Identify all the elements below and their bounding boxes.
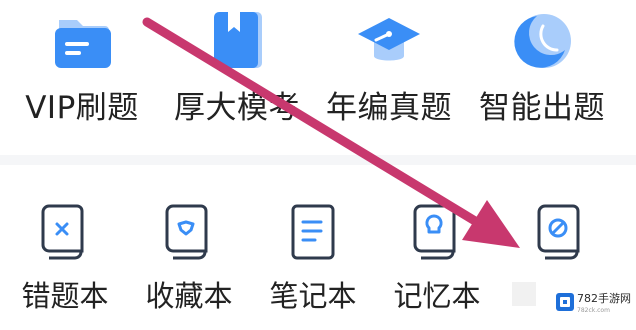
wrong-book-icon bbox=[39, 204, 91, 260]
graduation-cap-icon bbox=[354, 6, 424, 76]
book-notes[interactable]: 笔记本 bbox=[248, 200, 378, 330]
feature-label: VIP刷题 bbox=[25, 90, 139, 126]
book-favorites[interactable]: 收藏本 bbox=[124, 200, 254, 330]
site-watermark: 782手游网 782ck.com bbox=[547, 274, 636, 330]
book-wrong-answers[interactable]: 错题本 bbox=[0, 200, 130, 330]
moon-icon bbox=[507, 6, 577, 76]
watermark-text: 782手游网 bbox=[577, 292, 631, 305]
feature-smart-questions[interactable]: 智能出题 bbox=[467, 0, 617, 150]
loading-placeholder bbox=[512, 282, 536, 306]
book-label: 笔记本 bbox=[269, 279, 357, 313]
book-label: 错题本 bbox=[21, 279, 109, 313]
feature-label: 智能出题 bbox=[479, 90, 605, 126]
feature-past-papers[interactable]: 年编真题 bbox=[314, 0, 464, 150]
book-icon bbox=[202, 6, 272, 76]
memory-book-icon bbox=[411, 204, 463, 260]
feature-mock-exam[interactable]: 厚大模考 bbox=[162, 0, 312, 150]
cancel-book-icon bbox=[535, 204, 587, 260]
book-memory[interactable]: 记忆本 bbox=[372, 200, 502, 330]
feature-label: 年编真题 bbox=[326, 90, 452, 126]
folder-icon bbox=[47, 6, 117, 76]
feature-label: 厚大模考 bbox=[174, 90, 300, 126]
feature-grid: VIP刷题 厚大模考 年编真题 智能出题 bbox=[0, 0, 636, 150]
book-label: 记忆本 bbox=[393, 279, 481, 313]
favorite-book-icon bbox=[163, 204, 215, 260]
app-screen: VIP刷题 厚大模考 年编真题 智能出题 错题本 收藏本 笔记本 记忆本 782… bbox=[0, 0, 636, 330]
section-divider bbox=[0, 155, 636, 165]
book-label: 收藏本 bbox=[145, 279, 233, 313]
feature-vip-practice[interactable]: VIP刷题 bbox=[7, 0, 157, 150]
notes-book-icon bbox=[287, 204, 339, 260]
watermark-url: 782ck.com bbox=[577, 307, 610, 314]
watermark-logo-icon bbox=[556, 293, 574, 311]
